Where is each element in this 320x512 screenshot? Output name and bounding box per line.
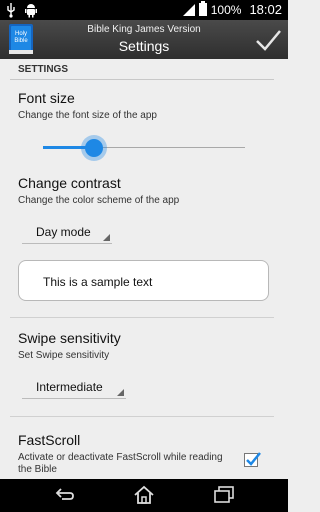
dropdown-arrow-icon xyxy=(103,234,110,241)
app-subtitle: Bible King James Version xyxy=(87,24,201,35)
back-icon[interactable] xyxy=(52,485,76,505)
navigation-bar xyxy=(0,479,288,512)
fastscroll-summary: Activate or deactivate FastScroll while … xyxy=(18,452,223,475)
swipe-summary: Set Swipe sensitivity xyxy=(18,350,110,361)
section-header: SETTINGS xyxy=(18,64,69,75)
divider xyxy=(10,317,274,318)
fastscroll-checkbox[interactable] xyxy=(244,452,261,467)
action-bar: Holy Bible Bible King James Version Sett… xyxy=(0,20,288,59)
sample-text: This is a sample text xyxy=(43,275,153,289)
checkmark-icon[interactable] xyxy=(254,26,282,54)
android-icon xyxy=(25,4,37,18)
dropdown-arrow-icon xyxy=(117,389,124,396)
recent-apps-icon[interactable] xyxy=(212,485,236,505)
swipe-selected-value: Intermediate xyxy=(36,380,103,394)
contrast-title: Change contrast xyxy=(18,175,121,191)
divider xyxy=(10,416,274,417)
contrast-summary: Change the color scheme of the app xyxy=(18,195,180,206)
usb-icon xyxy=(7,3,15,18)
signal-icon xyxy=(182,3,195,16)
font-size-title: Font size xyxy=(18,90,75,106)
font-size-slider-thumb[interactable] xyxy=(84,139,103,157)
battery-percent: 100% xyxy=(210,2,242,17)
battery-icon xyxy=(198,1,207,16)
font-size-summary: Change the font size of the app xyxy=(18,110,157,121)
status-bar: 100% 18:02 xyxy=(0,0,288,20)
swipe-dropdown[interactable]: Intermediate xyxy=(22,377,126,399)
checkmark-icon xyxy=(246,452,261,466)
home-icon[interactable] xyxy=(132,485,156,505)
clock: 18:02 xyxy=(249,2,282,17)
action-title: Bible King James Version Settings xyxy=(0,20,288,54)
swipe-title: Swipe sensitivity xyxy=(18,330,121,346)
page-title: Settings xyxy=(118,38,170,54)
settings-list[interactable]: SETTINGS Font size Change the font size … xyxy=(0,59,288,479)
section-divider xyxy=(10,79,274,80)
contrast-dropdown[interactable]: Day mode xyxy=(22,222,112,244)
contrast-selected-value: Day mode xyxy=(36,225,91,239)
fastscroll-title: FastScroll xyxy=(18,432,81,448)
sample-text-box: This is a sample text xyxy=(18,260,269,301)
